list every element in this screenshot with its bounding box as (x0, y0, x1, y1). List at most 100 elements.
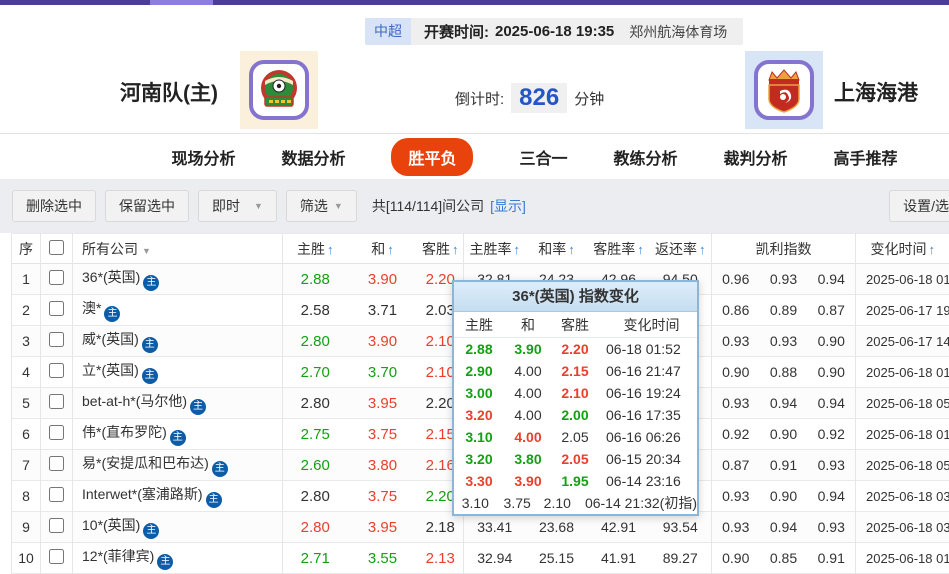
row-checkbox[interactable] (49, 270, 64, 285)
col-header-home-rate[interactable]: 主胜率 ↑ (464, 234, 526, 264)
draw-odds: 3.95 (367, 518, 398, 536)
popup-change-time: 06-15 20:34 (606, 451, 681, 467)
filter-dropdown[interactable]: 筛选 ▼ (285, 190, 357, 222)
tab-coach-analysis[interactable]: 教练分析 (614, 145, 678, 169)
tab-three-in-one[interactable]: 三合一 (519, 145, 567, 169)
row-checkbox[interactable] (49, 332, 64, 347)
draw-odds: 3.95 (367, 394, 398, 412)
instant-dropdown[interactable]: 即时 ▼ (198, 190, 277, 222)
col-header-away-odds[interactable]: 客胜 ↑ (417, 233, 464, 264)
draw-odds: 3.75 (367, 487, 398, 505)
sort-asc-icon: ↑ (699, 241, 706, 257)
match-info-bar: 中超 开赛时间: 2025-06-18 19:35 郑州航海体育场 (365, 18, 744, 45)
popup-home-odds: 2.90 (465, 363, 493, 379)
company-cell[interactable]: 12*(菲律宾) 主 (72, 542, 283, 574)
kelly-away: 0.94 (807, 480, 856, 512)
sort-asc-icon: ↑ (928, 241, 936, 257)
popup-odds-row: 3.30 3.90 1.95 06-14 23:16 (454, 470, 697, 492)
popup-draw-odds: 4.00 (514, 429, 542, 445)
chevron-down-icon: ▼ (254, 201, 263, 211)
row-index: 5 (11, 387, 41, 419)
row-checkbox[interactable] (49, 425, 64, 440)
draw-odds: 3.90 (367, 332, 398, 350)
row-checkbox-cell (40, 263, 73, 295)
kelly-away: 0.91 (807, 542, 856, 574)
home-team-name: 河南队(主) (120, 82, 218, 105)
tab-live-analysis[interactable]: 现场分析 (171, 145, 235, 169)
company-name: 10*(英国) (82, 517, 141, 533)
row-checkbox[interactable] (49, 394, 64, 409)
company-cell[interactable]: 易*(安提瓜和巴布达) 主 (72, 449, 283, 481)
delete-selected-button[interactable]: 删除选中 (12, 190, 96, 222)
row-checkbox[interactable] (49, 456, 64, 471)
popup-draw-odds: 4.00 (514, 407, 542, 423)
popup-away-odds: 2.10 (543, 495, 571, 511)
tab-expert-recommend[interactable]: 高手推荐 (834, 145, 898, 169)
company-name: 36*(英国) (82, 269, 141, 285)
sort-asc-icon: ↑ (568, 241, 575, 257)
settings-button[interactable]: 设置/选 (889, 190, 949, 222)
col-header-draw-rate[interactable]: 和率 ↑ (526, 234, 588, 264)
kelly-draw: 0.93 (769, 333, 798, 349)
popup-away-odds: 2.05 (561, 429, 589, 445)
change-time: 2025-06-18 03:08 (866, 519, 949, 535)
away-team-logo (745, 51, 823, 129)
kelly-home: 0.93 (722, 395, 750, 411)
company-cell[interactable]: 立*(英国) 主 (72, 356, 283, 388)
kelly-home: 0.86 (722, 302, 750, 318)
change-time: 2025-06-17 14:46 (866, 333, 949, 349)
col-header-home-label: 主胜 (297, 240, 325, 257)
company-name: Interwet*(塞浦路斯) (82, 486, 203, 502)
chevron-down-icon: ▼ (333, 201, 343, 211)
col-header-away-rate[interactable]: 客胜率 ↑ (588, 234, 650, 264)
tab-win-draw-lose[interactable]: 胜平负 (391, 137, 474, 176)
company-name: 易*(安提瓜和巴布达) (82, 455, 209, 471)
company-cell[interactable]: 36*(英国) 主 (72, 263, 283, 295)
tab-data-analysis[interactable]: 数据分析 (281, 145, 345, 169)
kelly-home: 0.92 (722, 426, 750, 442)
keep-selected-button[interactable]: 保留选中 (105, 190, 189, 222)
kelly-draw: 0.91 (769, 457, 798, 473)
row-checkbox-cell (40, 356, 73, 388)
col-header-return-rate[interactable]: 返还率 ↑ (649, 233, 712, 264)
col-header-change-time[interactable]: 变化时间 ↑ (856, 234, 949, 264)
match-header: 中超 开赛时间: 2025-06-18 19:35 郑州航海体育场 河南队(主)… (0, 5, 949, 133)
company-cell[interactable]: 澳* 主 (72, 294, 283, 326)
countdown: 倒计时: 826 分钟 (455, 83, 604, 113)
away-rate: 42.91 (600, 519, 637, 535)
company-cell[interactable]: Interwet*(塞浦路斯) 主 (72, 480, 283, 512)
popup-away-odds: 1.95 (561, 473, 589, 489)
home-odds: 2.80 (300, 332, 330, 350)
company-cell[interactable]: 10*(英国) 主 (72, 511, 283, 543)
row-checkbox[interactable] (49, 363, 64, 378)
popup-title: 36*(英国) 指数变化 (454, 282, 697, 312)
away-odds: 2.13 (417, 542, 464, 574)
row-checkbox[interactable] (49, 518, 64, 533)
tab-referee-analysis[interactable]: 裁判分析 (724, 145, 788, 169)
kelly-home: 0.90 (722, 550, 750, 566)
change-time: 2025-06-18 01:54 (866, 364, 949, 380)
row-checkbox[interactable] (49, 487, 64, 502)
popup-draw-odds: 4.00 (514, 363, 542, 379)
return-rate: 93.54 (649, 511, 712, 543)
change-time: 2025-06-18 01:56 (866, 426, 949, 442)
sort-asc-icon: ↑ (387, 241, 394, 257)
company-cell[interactable]: 伟*(直布罗陀) 主 (72, 418, 283, 450)
away-rate: 41.91 (600, 550, 637, 566)
instant-dropdown-label: 即时 (212, 198, 240, 214)
row-checkbox-cell (40, 542, 73, 574)
col-header-company[interactable]: 所有公司 ▼ (72, 233, 283, 264)
col-header-draw-odds[interactable]: 和 ↑ (348, 234, 418, 264)
col-header-home-odds[interactable]: 主胜 ↑ (283, 234, 348, 264)
popup-odds-row: 3.00 4.00 2.10 06-16 19:24 (454, 382, 697, 404)
popup-away-odds: 2.05 (561, 451, 589, 467)
kelly-draw: 0.89 (769, 302, 798, 318)
show-link[interactable]: [显示] (490, 196, 526, 216)
select-all-checkbox-cell (40, 233, 73, 264)
row-checkbox[interactable] (49, 549, 64, 564)
company-cell[interactable]: 威*(英国) 主 (72, 325, 283, 357)
popup-draw-odds: 4.00 (514, 385, 542, 401)
company-cell[interactable]: bet-at-h*(马尔他) 主 (72, 387, 283, 419)
row-checkbox[interactable] (49, 301, 64, 316)
select-all-checkbox[interactable] (49, 239, 64, 255)
